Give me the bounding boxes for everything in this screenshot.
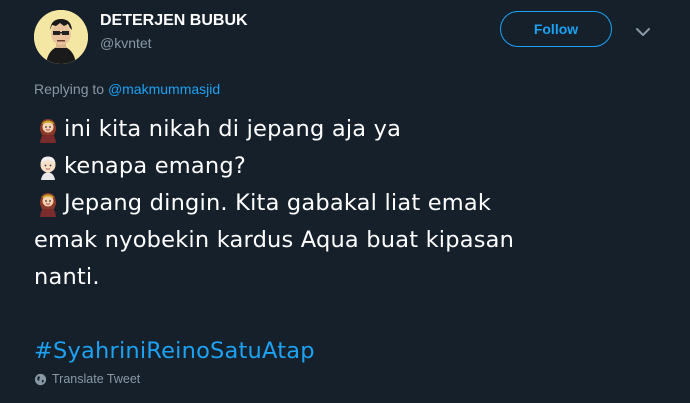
hashtag-link[interactable]: #SyahriniReinoSatuAtap [34,333,315,370]
tweet-spacer [34,296,674,333]
reply-mention-link[interactable]: @makmummasjid [108,81,220,97]
tweet-line: emak nyobekin kardus Aqua buat kipasan [34,222,674,259]
display-name[interactable]: DETERJEN BUBUK [100,12,248,30]
tweet-line-4: emak nyobekin kardus Aqua buat kipasan [34,227,515,253]
tweet-line: #SyahriniReinoSatuAtap [34,333,674,370]
tweet-line: nanti. [34,259,674,296]
tweet-line: ini kita nikah di jepang aja ya [34,111,674,148]
tweet-line: kenapa emang? [34,148,674,185]
replying-to: Replying to @makmummasjid [34,81,220,97]
chevron-down-icon[interactable] [633,22,653,42]
translate-tweet-link[interactable]: Translate Tweet [34,372,140,386]
globe-icon [34,373,47,385]
tweet-text: ini kita nikah di jepang aja ya kenapa e… [34,111,674,370]
tweet-line: Jepang dingin. Kita gabakal liat emak [34,185,674,222]
replying-prefix: Replying to [34,81,108,97]
avatar[interactable] [34,10,88,64]
user-handle[interactable]: @kvntet [100,35,152,51]
face-emoji-icon [40,156,56,180]
tweet-line-5: nanti. [34,264,100,290]
follow-button[interactable]: Follow [500,11,612,47]
woman-emoji-icon [40,192,56,217]
tweet-line-3: Jepang dingin. Kita gabakal liat emak [64,190,492,216]
woman-emoji-icon [40,118,56,143]
tweet-line-1: ini kita nikah di jepang aja ya [64,116,402,142]
translate-label[interactable]: Translate Tweet [52,372,140,386]
tweet-line-2: kenapa emang? [64,153,246,179]
